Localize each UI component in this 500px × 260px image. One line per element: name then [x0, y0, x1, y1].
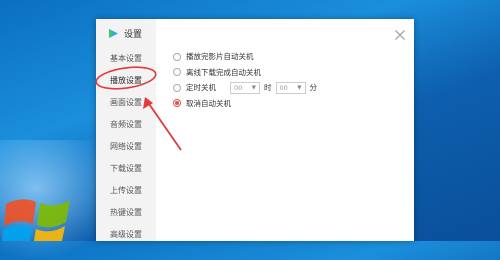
minute-value: 00	[279, 83, 288, 92]
nav-basic[interactable]: 基本设置	[96, 48, 156, 70]
chevron-down-icon: ▼	[297, 84, 302, 91]
option-scheduled-shutdown[interactable]: 定时关机 00 ▼ 时 00 ▼ 分	[173, 80, 317, 96]
playback-options: 播放完影片自动关机 离线下载完成自动关机 定时关机 00 ▼ 时 00 ▼ 分 …	[173, 49, 317, 111]
dialog-title: 设置	[107, 27, 142, 40]
settings-dialog: 设置 基本设置 播放设置 画面设置 音频设置 网络设置 下载设置 上传设置 热键…	[96, 19, 414, 241]
chevron-down-icon: ▼	[251, 84, 256, 91]
minute-unit: 分	[309, 83, 318, 93]
dialog-title-text: 设置	[124, 30, 143, 40]
option-shutdown-after-download[interactable]: 离线下载完成自动关机	[173, 65, 317, 81]
nav-download[interactable]: 下载设置	[96, 158, 156, 180]
nav-advanced[interactable]: 高级设置	[96, 224, 156, 246]
radio-button-selected[interactable]	[173, 99, 181, 108]
option-shutdown-after-video[interactable]: 播放完影片自动关机	[173, 49, 317, 65]
app-logo-icon	[109, 29, 118, 38]
close-icon[interactable]	[394, 29, 406, 41]
nav-upload[interactable]: 上传设置	[96, 180, 156, 202]
nav-picture[interactable]: 画面设置	[96, 92, 156, 114]
settings-nav: 基本设置 播放设置 画面设置 音频设置 网络设置 下载设置 上传设置 热键设置 …	[96, 48, 156, 246]
hour-value: 00	[234, 83, 243, 92]
nav-playback[interactable]: 播放设置	[96, 70, 156, 92]
windows-logo-icon	[2, 199, 70, 241]
hour-unit: 时	[264, 83, 272, 93]
nav-audio[interactable]: 音频设置	[96, 114, 156, 136]
radio-button[interactable]	[173, 68, 181, 77]
option-label: 取消自动关机	[186, 98, 231, 108]
minute-select[interactable]: 00 ▼	[275, 81, 306, 94]
option-label: 离线下载完成自动关机	[186, 67, 261, 77]
option-cancel-shutdown[interactable]: 取消自动关机	[173, 96, 317, 112]
settings-sidebar: 设置 基本设置 播放设置 画面设置 音频设置 网络设置 下载设置 上传设置 热键…	[96, 19, 156, 241]
option-label: 播放完影片自动关机	[186, 52, 254, 62]
nav-network[interactable]: 网络设置	[96, 136, 156, 158]
hour-select[interactable]: 00 ▼	[230, 81, 260, 94]
nav-hotkey[interactable]: 热键设置	[96, 202, 156, 224]
option-label: 定时关机	[186, 83, 216, 93]
radio-button[interactable]	[173, 83, 181, 92]
radio-button[interactable]	[173, 52, 181, 61]
